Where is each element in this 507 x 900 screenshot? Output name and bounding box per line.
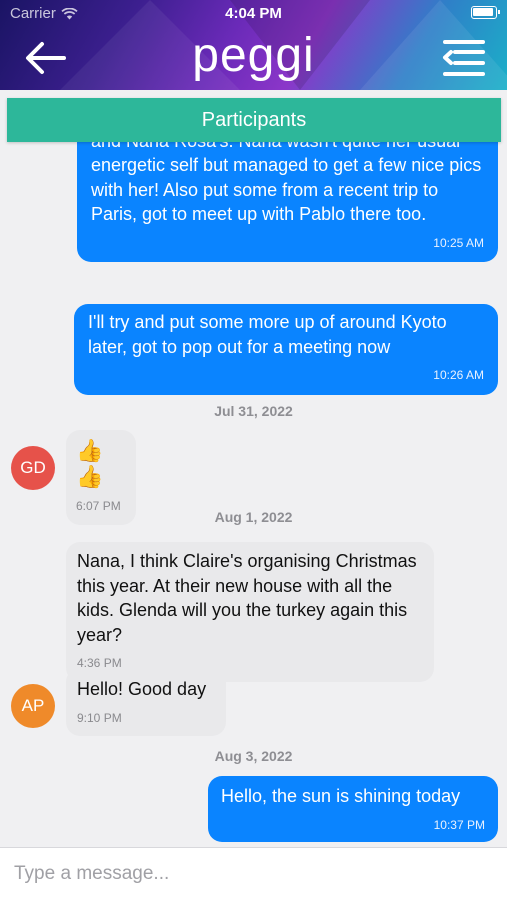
message-bubble-incoming[interactable]: Hello! Good day 9:10 PM — [66, 668, 226, 736]
message-text: Hello, the sun is shining today — [221, 786, 461, 806]
message-bubble-incoming[interactable]: Nana, I think Claire's organising Christ… — [66, 542, 434, 682]
avatar-initials: AP — [21, 696, 45, 715]
message-text: I'll try and put some more up of around … — [88, 312, 447, 357]
avatar[interactable]: AP — [11, 684, 55, 728]
message-time: 10:37 PM — [433, 817, 485, 832]
message-input[interactable] — [0, 848, 507, 900]
message-time: 10:25 AM — [433, 235, 484, 250]
status-bar: Carrier 4:04 PM — [0, 0, 507, 26]
app-header: Carrier 4:04 PM peggi — [0, 0, 507, 90]
message-text: 👍👍 — [76, 438, 104, 489]
menu-button[interactable] — [439, 38, 487, 78]
battery-icon — [471, 6, 500, 19]
date-divider: Jul 31, 2022 — [214, 403, 293, 419]
avatar-initials: GD — [20, 458, 46, 477]
message-bubble-outgoing[interactable]: Hello, the sun is shining today 10:37 PM — [208, 776, 498, 842]
avatar[interactable]: GD — [11, 446, 55, 490]
menu-icon — [443, 40, 485, 76]
message-text: Hello! Good day — [77, 679, 207, 699]
message-bubble-outgoing[interactable]: I'll try and put some more up of around … — [74, 304, 498, 395]
message-text: Nana, I think Claire's organising Christ… — [77, 551, 417, 645]
date-divider: Aug 1, 2022 — [214, 509, 293, 525]
status-time: 4:04 PM — [225, 5, 282, 22]
message-time: 9:10 PM — [77, 710, 122, 725]
app-logo: peggi — [192, 29, 315, 82]
participants-button[interactable]: Participants — [7, 98, 501, 142]
chat-thread[interactable]: Just put some pics of a recent trip to A… — [0, 90, 507, 847]
date-divider: Aug 3, 2022 — [214, 748, 293, 764]
message-composer — [0, 847, 507, 900]
message-time: 10:26 AM — [433, 368, 484, 382]
